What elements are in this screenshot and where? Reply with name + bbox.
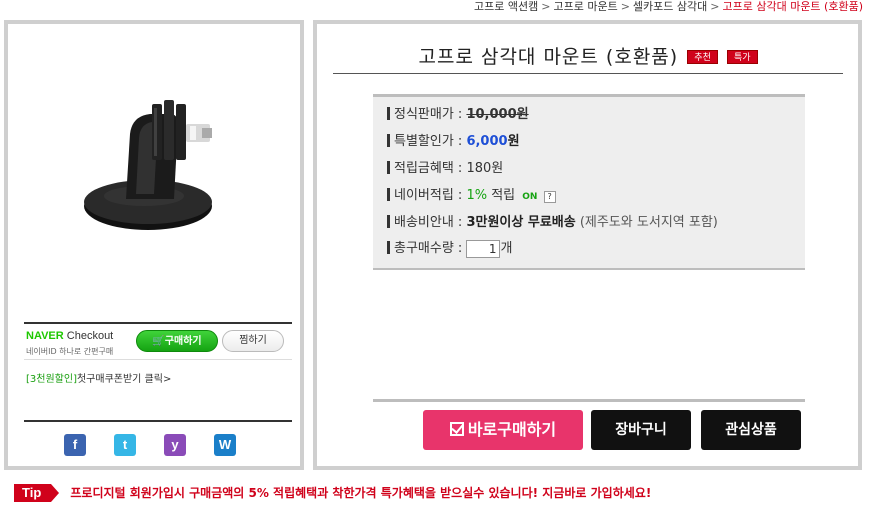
social-share-bar: f t y W — [24, 420, 292, 466]
bullet-bar — [387, 215, 390, 228]
product-image[interactable] — [18, 34, 292, 324]
tip-badge: Tip — [14, 483, 60, 502]
twitter-icon[interactable]: t — [114, 434, 136, 456]
quantity-input[interactable]: 1 — [466, 239, 501, 258]
bullet-bar — [387, 161, 390, 174]
product-info-panel: 고프로 삼각대 마운트 (호환품) 추천 특가 정식판매가 : 10,000원 … — [313, 20, 862, 470]
product-title: 고프로 삼각대 마운트 (호환품) — [418, 46, 679, 68]
tripod-mount-image — [84, 100, 212, 230]
naver-buy-button[interactable]: 🛒구매하기 — [136, 330, 218, 352]
breadcrumb: 고프로 액션캠 > 고프로 마운트 > 셀카포드 삼각대 > 고프로 삼각대 마운트 (호환… — [474, 0, 863, 16]
bullet-bar — [387, 134, 390, 147]
points-row: 적립금혜택 : 180원 — [387, 159, 503, 179]
points-value: 180원 — [466, 161, 504, 176]
quantity-unit: 개 — [500, 241, 513, 256]
checkout-logo-text: Checkout — [66, 330, 114, 342]
naver-wish-button[interactable]: 찜하기 — [222, 330, 284, 352]
naver-checkout-subtitle: 네이버ID 하나로 간편구매 — [26, 347, 114, 356]
w-icon[interactable]: W — [214, 434, 236, 456]
coupon-link[interactable]: [3천원할인]첫구매쿠폰받기 클릭> — [26, 370, 171, 385]
naver-points-label: 네이버적립 : — [394, 188, 463, 203]
tip-text[interactable]: 프로디지털 회원가입시 구매금액의 5% 적립혜택과 착한가격 특가혜택을 받으… — [70, 484, 651, 501]
price-info-box: 정식판매가 : 10,000원 특별할인가 : 6,000원 적립금혜택 : 1… — [373, 94, 805, 270]
breadcrumb-item-action-cam[interactable]: 고프로 액션캠 — [474, 0, 538, 13]
breadcrumb-item-selfie-tripod[interactable]: 셀카포드 삼각대 — [633, 0, 707, 13]
list-price-label: 정식판매가 : — [394, 107, 463, 122]
add-to-cart-button[interactable]: 장바구니 — [591, 410, 691, 450]
checkbox-icon — [449, 422, 464, 436]
breadcrumb-current: 고프로 삼각대 마운트 (호환품) — [722, 0, 863, 13]
product-title-row: 고프로 삼각대 마운트 (호환품) 추천 특가 — [333, 42, 843, 74]
sale-price-row: 특별할인가 : 6,000원 — [387, 132, 520, 152]
points-label: 적립금혜택 : — [394, 161, 463, 176]
purchase-actions: 바로구매하기 장바구니 관심상품 — [373, 399, 805, 455]
recommend-badge: 추천 — [687, 50, 718, 64]
naver-buy-label: 구매하기 — [164, 336, 202, 347]
shipping-row: 배송비안내 : 3만원이상 무료배송 (제주도와 도서지역 포함) — [387, 213, 718, 233]
cart-icon: 🛒 — [152, 336, 165, 347]
yozm-icon[interactable]: y — [164, 434, 186, 456]
bullet-bar — [387, 107, 390, 120]
sale-price-unit: 원 — [507, 134, 520, 149]
bullet-bar — [387, 241, 390, 254]
naver-logo-text: NAVER — [26, 330, 64, 342]
quantity-label: 총구매수량 : — [394, 241, 463, 256]
list-price-row: 정식판매가 : 10,000원 — [387, 105, 529, 125]
facebook-icon[interactable]: f — [64, 434, 86, 456]
on-icon: ON — [522, 192, 538, 202]
coupon-text: 첫구매쿠폰받기 클릭> — [76, 374, 172, 385]
naver-checkout-logo: NAVER Checkout — [26, 330, 113, 342]
buy-now-button[interactable]: 바로구매하기 — [423, 410, 583, 450]
special-price-badge: 특가 — [726, 50, 758, 64]
product-image-panel: NAVER Checkout 네이버ID 하나로 간편구매 🛒구매하기 찜하기 … — [4, 20, 304, 470]
list-price-value: 10,000원 — [466, 107, 529, 122]
breadcrumb-separator: > — [541, 0, 551, 13]
coupon-tag: [3천원할인] — [26, 374, 77, 385]
wishlist-button[interactable]: 관심상품 — [701, 410, 801, 450]
naver-points-row: 네이버적립 : 1% 적립 ON ? — [387, 186, 556, 206]
help-icon[interactable]: ? — [543, 191, 556, 203]
sale-price-value: 6,000 — [466, 134, 508, 149]
shipping-note: (제주도와 도서지역 포함) — [579, 215, 718, 230]
sale-price-label: 특별할인가 : — [394, 134, 463, 149]
naver-points-suffix: 적립 — [491, 188, 516, 203]
tip-banner: Tip 프로디지털 회원가입시 구매금액의 5% 적립혜택과 착한가격 특가혜택… — [14, 482, 651, 502]
quantity-row: 총구매수량 : 1개 — [387, 239, 512, 259]
shipping-label: 배송비안내 : — [394, 215, 463, 230]
breadcrumb-separator: > — [710, 0, 720, 13]
shipping-value: 3만원이상 무료배송 — [466, 215, 576, 230]
breadcrumb-separator: > — [620, 0, 630, 13]
bullet-bar — [387, 188, 390, 201]
breadcrumb-item-mount[interactable]: 고프로 마운트 — [553, 0, 617, 13]
naver-checkout: NAVER Checkout 네이버ID 하나로 간편구매 🛒구매하기 찜하기 — [24, 322, 292, 360]
buy-now-label: 바로구매하기 — [467, 420, 557, 439]
naver-points-pct: 1% — [466, 188, 488, 203]
